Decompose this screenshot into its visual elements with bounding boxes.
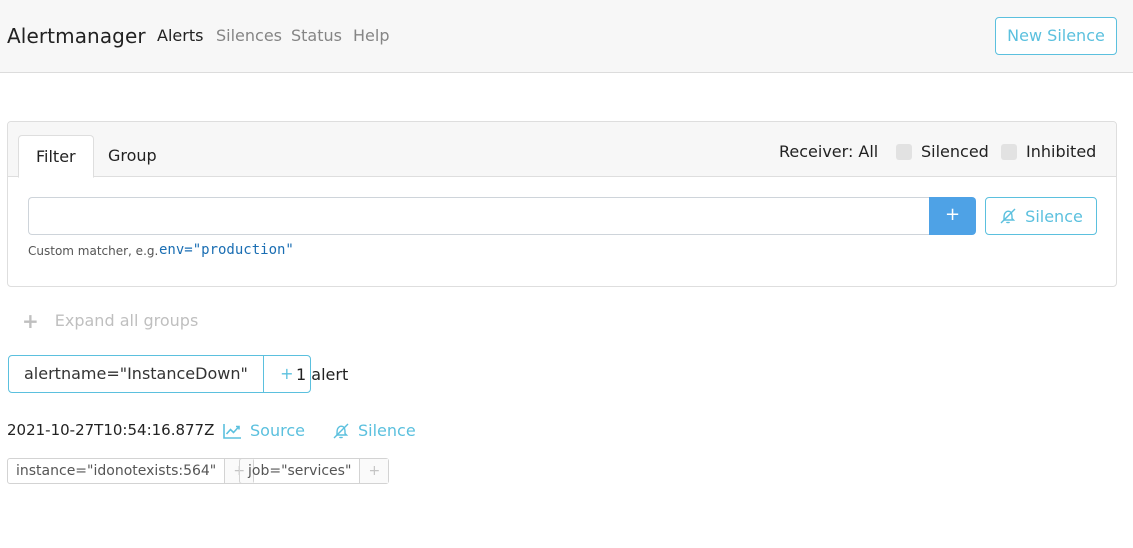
silenced-toggle[interactable]: Silenced bbox=[896, 142, 989, 161]
alert-silence-label: Silence bbox=[358, 421, 416, 440]
tab-filter[interactable]: Filter bbox=[18, 135, 94, 178]
inhibited-checkbox[interactable] bbox=[1001, 143, 1017, 160]
source-link[interactable]: Source bbox=[223, 421, 305, 440]
alert-timestamp: 2021-10-27T10:54:16.877Z bbox=[7, 421, 215, 439]
group-label-text[interactable]: alertname="InstanceDown" bbox=[9, 356, 264, 392]
nav-link-help[interactable]: Help bbox=[353, 26, 389, 45]
nav-link-status[interactable]: Status bbox=[291, 26, 342, 45]
expand-all-label: Expand all groups bbox=[54, 311, 199, 330]
alert-label-job: job="services" + bbox=[239, 458, 390, 484]
navbar: Alertmanager Alerts Silences Status Help… bbox=[0, 0, 1133, 73]
tab-group[interactable]: Group bbox=[91, 135, 174, 178]
source-label: Source bbox=[250, 421, 305, 440]
alert-label-text[interactable]: job="services" bbox=[240, 459, 361, 483]
alert-count: 1 alert bbox=[296, 365, 349, 384]
expand-all-groups-button[interactable]: + Expand all groups bbox=[22, 308, 199, 333]
brand-title[interactable]: Alertmanager bbox=[7, 24, 146, 48]
inhibited-toggle[interactable]: Inhibited bbox=[1001, 142, 1096, 161]
bell-slash-icon bbox=[333, 423, 349, 438]
matcher-hint: Custom matcher, e.g. bbox=[28, 244, 159, 258]
new-silence-button[interactable]: New Silence bbox=[995, 17, 1117, 55]
silenced-label: Silenced bbox=[921, 142, 989, 161]
matcher-hint-example: env="production" bbox=[159, 242, 294, 258]
silence-filter-button[interactable]: Silence bbox=[985, 197, 1097, 235]
bell-slash-icon bbox=[1000, 208, 1016, 224]
alert-silence-link[interactable]: Silence bbox=[332, 421, 416, 440]
alert-label-text[interactable]: instance="idonotexists:564" bbox=[8, 459, 226, 483]
plus-icon: + bbox=[22, 308, 39, 333]
chart-line-icon bbox=[223, 423, 241, 439]
silenced-checkbox[interactable] bbox=[896, 143, 912, 160]
group-label: alertname="InstanceDown" + bbox=[8, 355, 311, 393]
inhibited-label: Inhibited bbox=[1026, 142, 1097, 161]
filter-card: Filter Group Receiver: All Silenced Inhi… bbox=[7, 121, 1117, 287]
silence-filter-label: Silence bbox=[1025, 206, 1083, 226]
matcher-input[interactable] bbox=[28, 197, 930, 235]
alert-label-add-button[interactable]: + bbox=[360, 459, 389, 483]
add-matcher-button[interactable]: + bbox=[929, 197, 976, 235]
alert-label-instance: instance="idonotexists:564" + bbox=[7, 458, 255, 484]
filter-card-header: Filter Group Receiver: All Silenced Inhi… bbox=[8, 122, 1116, 178]
receiver-selector[interactable]: Receiver: All bbox=[779, 142, 878, 161]
nav-link-silences[interactable]: Silences bbox=[216, 26, 282, 45]
nav-link-alerts[interactable]: Alerts bbox=[157, 26, 203, 45]
